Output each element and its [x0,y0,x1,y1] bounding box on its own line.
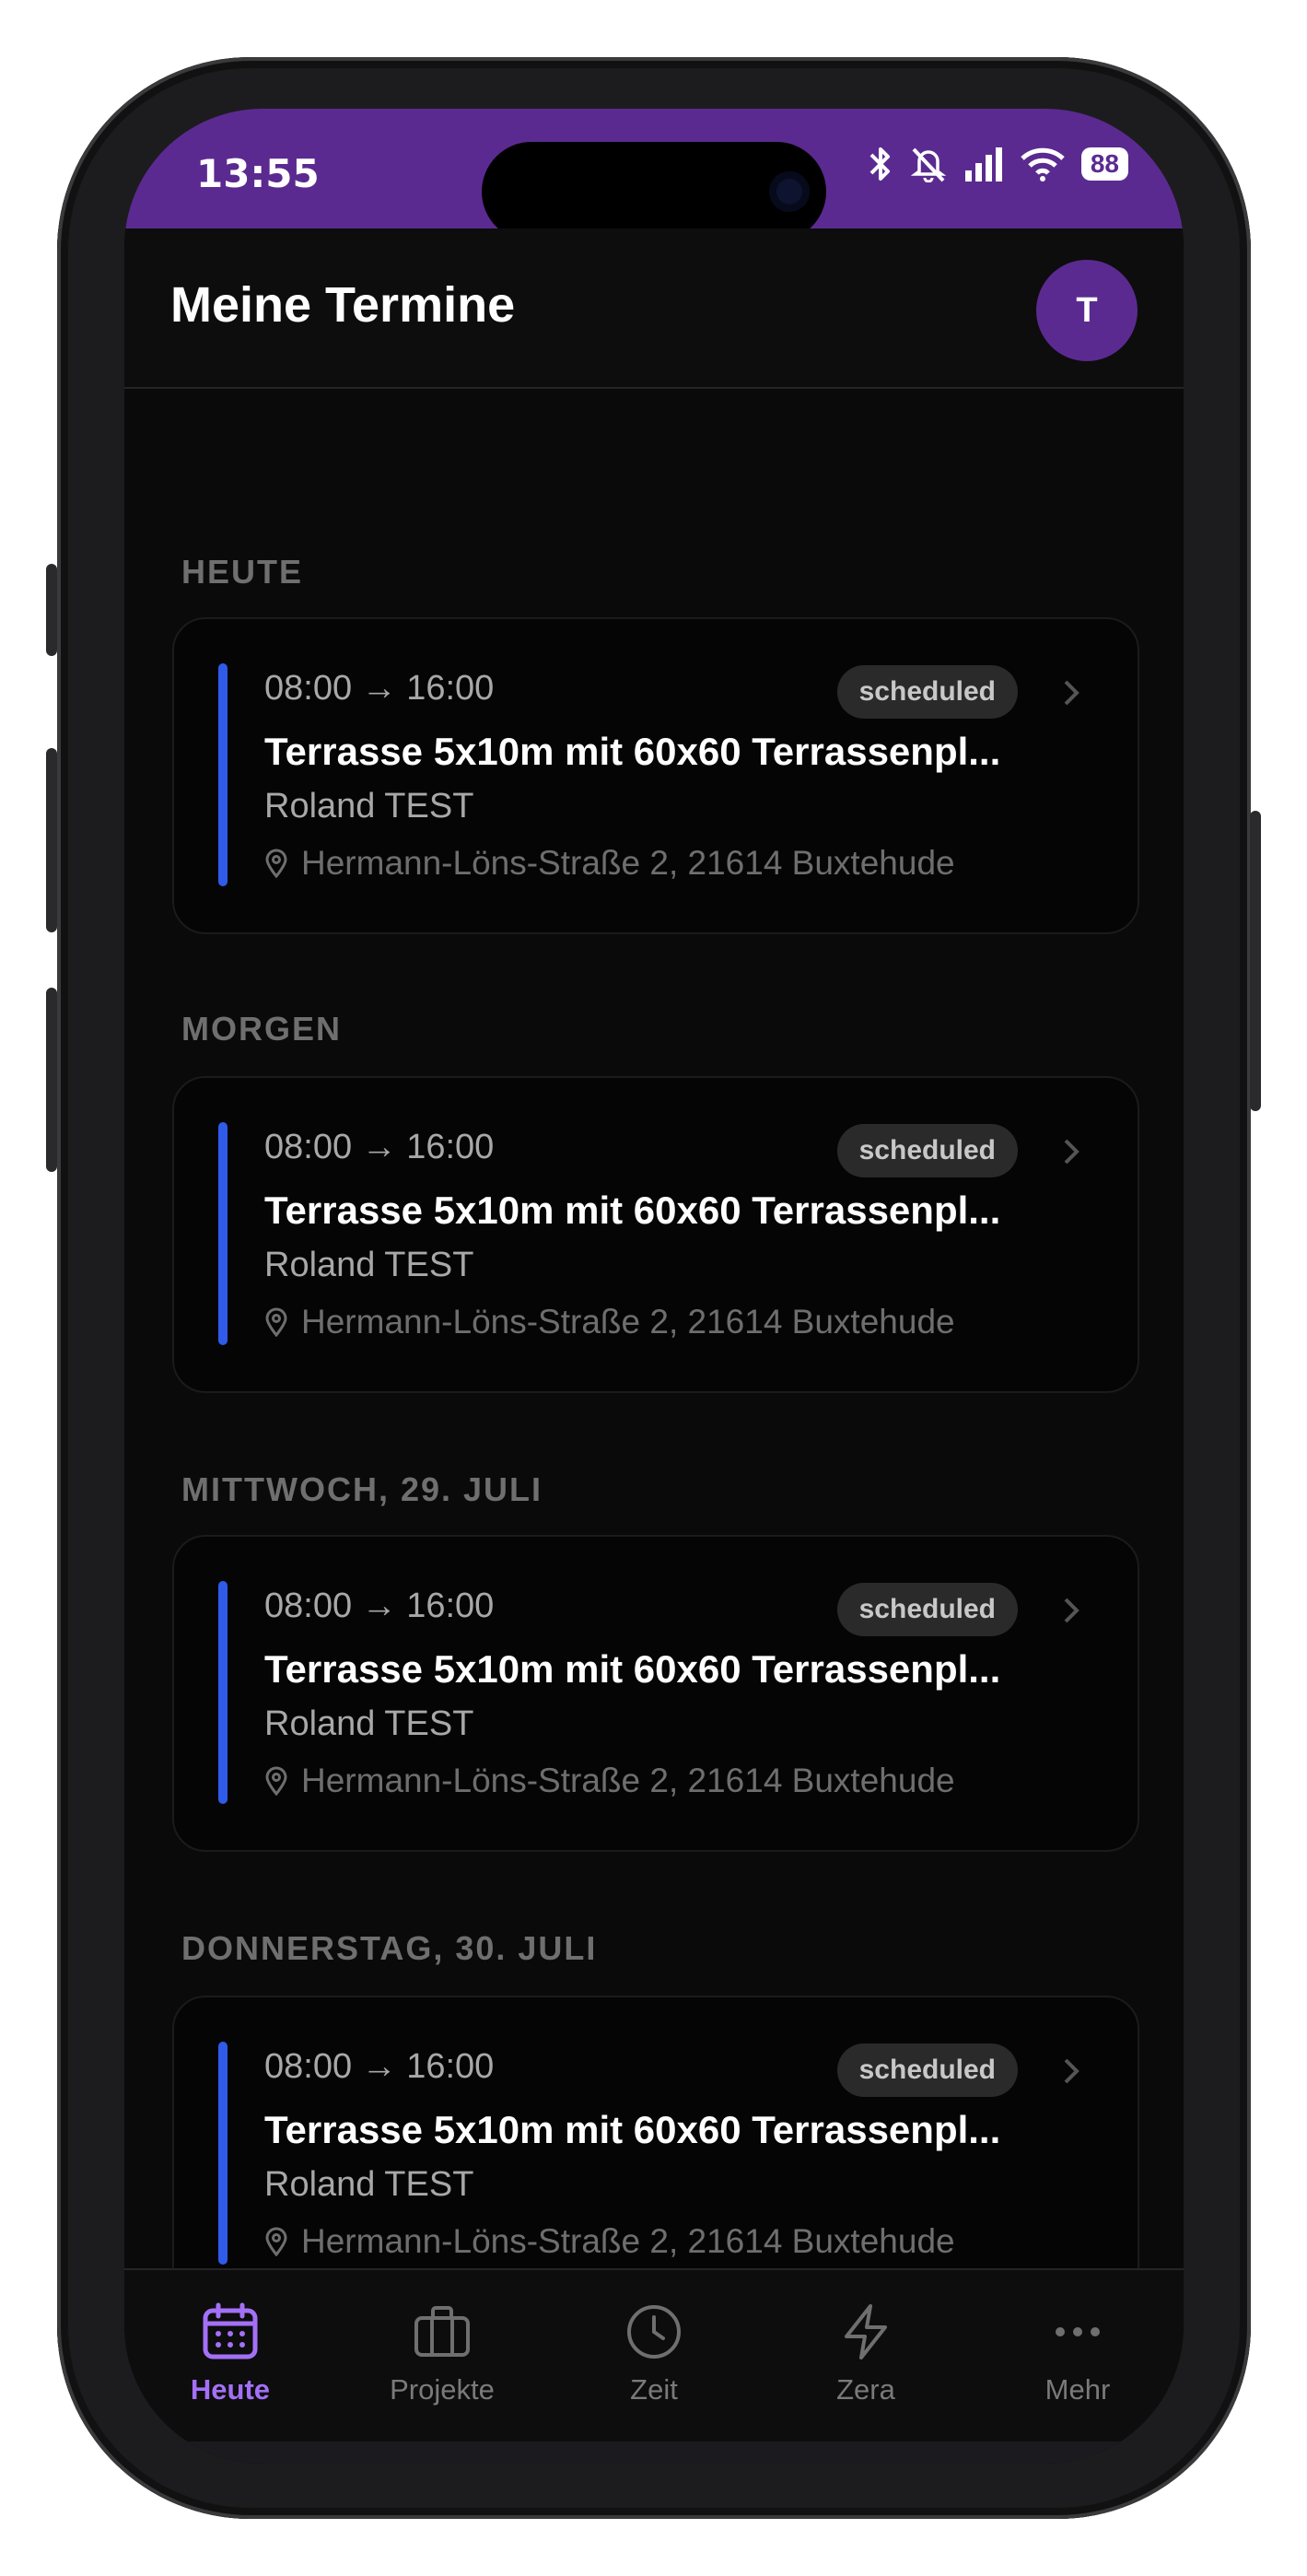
appointment-title: Terrasse 5x10m mit 60x60 Terrassenpl... [264,730,1001,773]
nav-item-zeit[interactable]: Zeit [548,2270,760,2441]
page-title: Meine Termine [170,277,516,333]
volume-down-button [46,988,57,1172]
appointment-title: Terrasse 5x10m mit 60x60 Terrassenpl... [264,1188,1001,1232]
nav-item-heute[interactable]: Heute [124,2270,336,2441]
nav-label: Mehr [1044,2373,1111,2406]
section-label: MORGEN [181,1010,342,1048]
appointment-customer: Roland TEST [264,2165,474,2204]
appointment-time: 08:00 → 16:00 [264,1587,495,1625]
appointment-title: Terrasse 5x10m mit 60x60 Terrassenpl... [264,2108,1001,2151]
appointment-card[interactable]: 08:00 → 16:00 scheduled Terrasse 5x10m m… [172,1535,1139,1852]
nav-label: Projekte [390,2373,495,2406]
nav-label: Heute [190,2373,271,2406]
appointment-time: 08:00 → 16:00 [264,1128,495,1166]
appointment-address: Hermann-Löns-Straße 2, 21614 Buxtehude [264,2222,955,2261]
section-label: HEUTE [181,553,304,591]
action-button [46,564,57,656]
address-text: Hermann-Löns-Straße 2, 21614 Buxtehude [301,1303,955,1341]
status-bar: 13:55 88 [124,109,1184,241]
bell-muted-icon [910,147,947,182]
more-icon [1056,2327,1100,2336]
appointment-card[interactable]: 08:00 → 16:00 scheduled Terrasse 5x10m m… [172,1996,1139,2268]
signal-icon [964,147,1002,181]
appointment-customer: Roland TEST [264,1704,474,1743]
chevron-right-icon [1064,2058,1079,2084]
address-text: Hermann-Löns-Straße 2, 21614 Buxtehude [301,2222,955,2260]
front-camera [769,171,810,212]
appointment-customer: Roland TEST [264,1246,474,1284]
status-bar-accent [218,663,228,886]
lightning-icon [845,2304,887,2359]
status-badge: scheduled [836,1124,1018,1177]
battery-indicator: 88 [1080,147,1128,181]
status-bar-accent [218,1122,228,1345]
status-badge: scheduled [836,1583,1018,1636]
chevron-right-icon [1064,1139,1079,1165]
screen: 13:55 88 Meine Termine T HEUTE 08:00 → 1… [124,109,1184,2464]
appointment-address: Hermann-Löns-Straße 2, 21614 Buxtehude [264,844,955,883]
address-text: Hermann-Löns-Straße 2, 21614 Buxtehude [301,1762,955,1799]
appointment-card[interactable]: 08:00 → 16:00 scheduled Terrasse 5x10m m… [172,617,1139,934]
volume-up-button [46,748,57,932]
location-pin-icon [265,2227,287,2256]
nav-item-mehr[interactable]: Mehr [972,2270,1184,2441]
address-text: Hermann-Löns-Straße 2, 21614 Buxtehude [301,844,955,882]
status-icons: 88 [868,146,1128,182]
appointment-title: Terrasse 5x10m mit 60x60 Terrassenpl... [264,1647,1001,1691]
nav-label: Zera [836,2373,895,2406]
calendar-icon [203,2302,258,2359]
appointment-address: Hermann-Löns-Straße 2, 21614 Buxtehude [264,1303,955,1341]
status-badge: scheduled [836,665,1018,719]
clock-icon [627,2305,681,2359]
appointment-customer: Roland TEST [264,787,474,825]
bluetooth-icon [869,147,890,181]
section-label: DONNERSTAG, 30. JULI [181,1929,598,1967]
location-pin-icon [265,1766,287,1796]
appointment-card[interactable]: 08:00 → 16:00 scheduled Terrasse 5x10m m… [172,1076,1139,1393]
appointment-time: 08:00 → 16:00 [264,669,495,708]
appointment-time: 08:00 → 16:00 [264,2047,495,2086]
location-pin-icon [265,849,287,878]
status-bar-accent [218,2042,228,2265]
wifi-icon [1021,147,1065,181]
chevron-right-icon [1064,1598,1079,1623]
chevron-right-icon [1064,680,1079,706]
appointment-list[interactable]: HEUTE 08:00 → 16:00 scheduled Terrasse 5… [124,389,1184,2268]
location-pin-icon [265,1307,287,1337]
appointment-address: Hermann-Löns-Straße 2, 21614 Buxtehude [264,1762,955,1800]
dynamic-island [482,142,826,241]
status-badge: scheduled [836,2043,1018,2097]
system-nav-bar [124,2441,1184,2464]
status-bar-accent [218,1581,228,1804]
nav-item-zera[interactable]: Zera [760,2270,972,2441]
nav-label: Zeit [630,2373,678,2406]
app-header: Meine Termine T [124,228,1184,389]
section-label: MITTWOCH, 29. JULI [181,1470,543,1508]
nav-item-projekte[interactable]: Projekte [336,2270,548,2441]
briefcase-icon [414,2306,470,2357]
power-button [1250,811,1261,1111]
avatar[interactable]: T [1036,260,1138,361]
status-time: 13:55 [196,151,320,196]
bottom-nav: Heute Projekte Zeit Zera Mehr [124,2268,1184,2441]
